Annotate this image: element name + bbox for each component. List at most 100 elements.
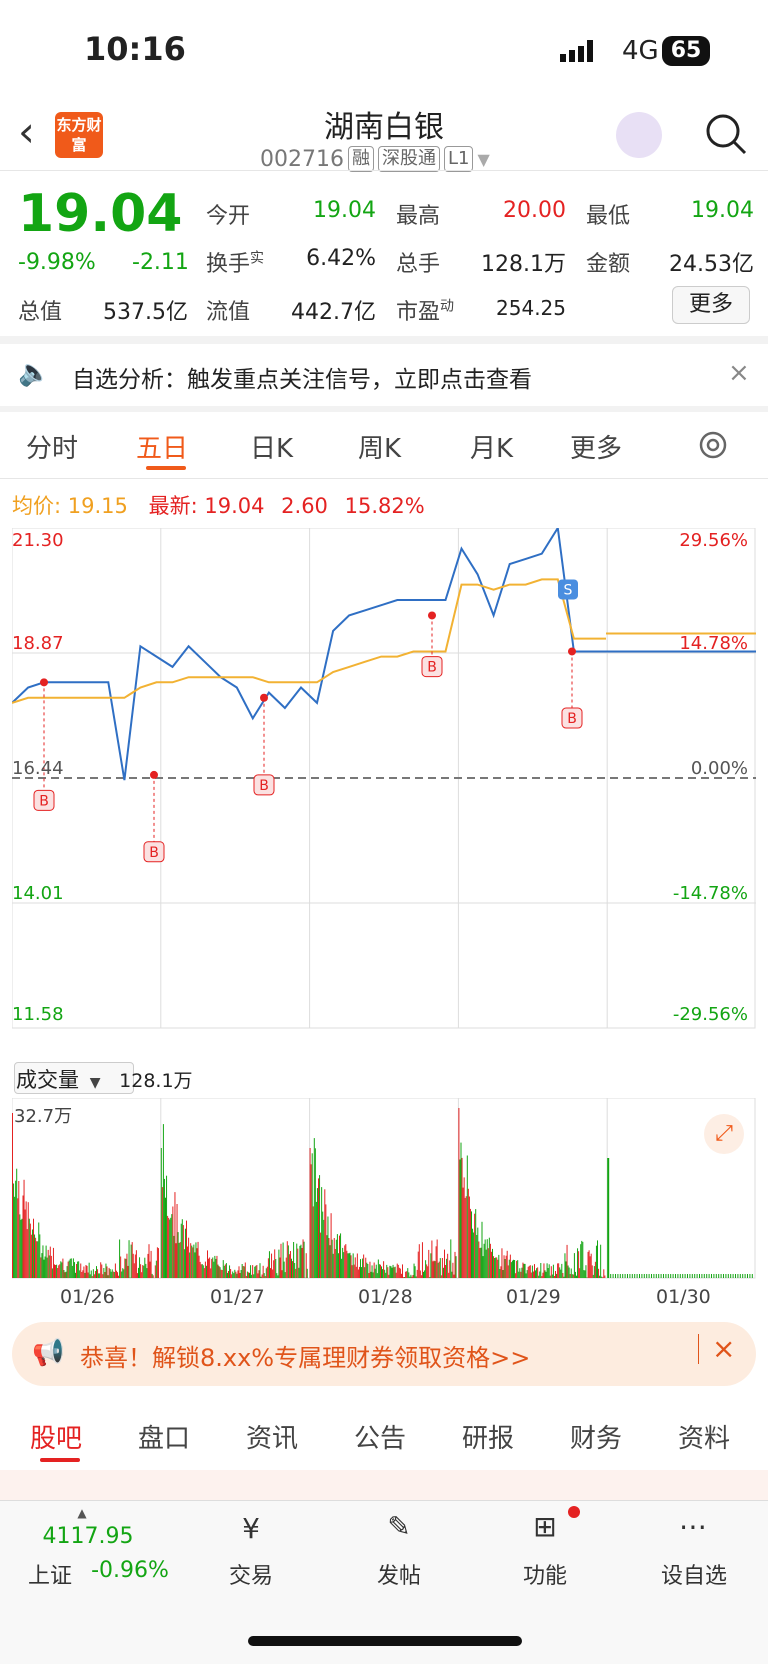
volume-bar <box>658 1274 659 1278</box>
volume-bar <box>81 1272 82 1278</box>
battery-icon: 65 <box>662 36 710 66</box>
volume-bar <box>431 1241 432 1279</box>
index-pct[interactable]: -0.96% <box>80 1558 180 1583</box>
volume-bar <box>344 1245 345 1278</box>
volume-bar <box>567 1245 568 1278</box>
index-value[interactable]: 4117.95 <box>28 1524 148 1549</box>
more-icon[interactable]: ⋯ <box>668 1510 718 1543</box>
volume-bar <box>34 1235 35 1279</box>
volume-bar <box>290 1251 291 1278</box>
volume-bar <box>428 1250 429 1278</box>
volume-bar <box>171 1214 172 1278</box>
y-tick-left: 11.58 <box>12 1004 64 1025</box>
volume-bar <box>382 1269 383 1278</box>
speaker-icon: 🔈 <box>18 358 50 388</box>
close-icon[interactable]: × <box>728 358 750 388</box>
volume-bar <box>752 1274 753 1278</box>
nav-post[interactable]: 发帖 <box>364 1558 434 1590</box>
volume-bar <box>24 1180 25 1278</box>
edit-icon[interactable]: ✎ <box>374 1510 424 1543</box>
tab-five-day[interactable]: 五日 <box>136 428 188 465</box>
volume-bar <box>71 1258 72 1278</box>
index-name[interactable]: 上证 <box>24 1558 76 1590</box>
volume-bar <box>473 1233 474 1279</box>
tab-weekly-k[interactable]: 周K <box>358 428 401 465</box>
volume-bar <box>547 1263 548 1278</box>
promo-text[interactable]: 恭喜！解锁8.xx%专属理财券领取资格>> <box>80 1338 530 1373</box>
volume-bar <box>128 1266 129 1278</box>
volume-bar <box>315 1148 316 1278</box>
volume-bar <box>131 1245 132 1278</box>
close-icon[interactable]: × <box>712 1332 735 1365</box>
float-label: 流值 <box>206 294 250 326</box>
tab-daily-k[interactable]: 日K <box>250 428 293 465</box>
home-indicator <box>248 1636 522 1646</box>
tab-forum[interactable]: 股吧 <box>30 1418 82 1455</box>
volume-bar <box>102 1274 103 1278</box>
tab-intraday[interactable]: 分时 <box>26 428 78 465</box>
tab-announcements[interactable]: 公告 <box>354 1418 406 1455</box>
grid-icon[interactable]: ⊞ <box>520 1510 570 1543</box>
volume-bar <box>610 1274 611 1278</box>
volume-bar <box>220 1267 221 1278</box>
settings-icon[interactable] <box>696 428 730 462</box>
volume-bar <box>492 1249 493 1278</box>
volume-bar <box>53 1248 54 1278</box>
volume-bar <box>254 1267 255 1278</box>
tab-news[interactable]: 资讯 <box>246 1418 298 1455</box>
volume-bar <box>385 1273 386 1278</box>
nav-watchlist[interactable]: 设自选 <box>654 1558 734 1590</box>
volume-bar <box>432 1261 433 1278</box>
volume-bar <box>602 1277 603 1278</box>
tab-orderbook[interactable]: 盘口 <box>138 1418 190 1455</box>
tab-profile[interactable]: 资料 <box>678 1418 730 1455</box>
tab-research[interactable]: 研报 <box>462 1418 514 1455</box>
volume-bar <box>17 1198 18 1278</box>
volume-bar <box>114 1272 115 1278</box>
y-tick-right: 0.00% <box>691 758 748 779</box>
volume-bar <box>30 1224 31 1278</box>
tab-monthly-k[interactable]: 月K <box>470 428 513 465</box>
nav-trade[interactable]: 交易 <box>216 1558 286 1590</box>
more-button[interactable]: 更多 <box>672 286 750 324</box>
volume-bar <box>414 1264 415 1278</box>
nav-functions[interactable]: 功能 <box>510 1558 580 1590</box>
volume-bar <box>228 1271 229 1278</box>
volume-bar <box>322 1212 323 1278</box>
volume-bar <box>69 1261 70 1279</box>
volume-bar <box>574 1253 575 1278</box>
volume-bar <box>255 1266 256 1278</box>
stock-code-row[interactable]: 002716 融 深股通 L1 ▼ <box>260 146 490 172</box>
volume-bar <box>418 1252 419 1278</box>
volume-bar <box>44 1260 45 1278</box>
volume-bar <box>593 1275 594 1278</box>
volume-bar <box>706 1274 707 1278</box>
tab-finance[interactable]: 财务 <box>570 1418 622 1455</box>
avg-label: 均价: <box>12 494 61 518</box>
volume-bar <box>342 1248 343 1278</box>
tab-more[interactable]: 更多 <box>570 428 622 465</box>
volume-bar <box>426 1264 427 1278</box>
volume-bar <box>564 1253 565 1278</box>
volume-bar <box>213 1262 214 1278</box>
expand-icon[interactable]: ⤢ <box>704 1114 744 1154</box>
volume-bar <box>98 1273 99 1278</box>
notice-banner[interactable]: 🔈 自选分析：触发重点关注信号，立即点击查看 × <box>0 344 768 406</box>
price-chart[interactable]: BBBBBS <box>12 528 756 1058</box>
volume-bar <box>210 1268 211 1278</box>
volume-bar <box>440 1258 441 1278</box>
volume-bar <box>351 1255 352 1278</box>
volume-bar <box>421 1275 422 1278</box>
volume-bar <box>539 1272 540 1279</box>
volume-bar <box>456 1256 457 1278</box>
volume-bar <box>411 1277 412 1278</box>
trade-icon[interactable]: ¥ <box>226 1512 276 1545</box>
volume-bar <box>283 1243 284 1279</box>
assistant-avatar[interactable] <box>616 112 662 158</box>
volume-bar <box>37 1241 38 1278</box>
date-label: 01/28 <box>358 1286 413 1308</box>
volume-bar <box>553 1265 554 1278</box>
search-icon[interactable] <box>704 112 748 156</box>
volume-chart[interactable] <box>12 1098 756 1280</box>
volume-bar <box>33 1219 34 1278</box>
